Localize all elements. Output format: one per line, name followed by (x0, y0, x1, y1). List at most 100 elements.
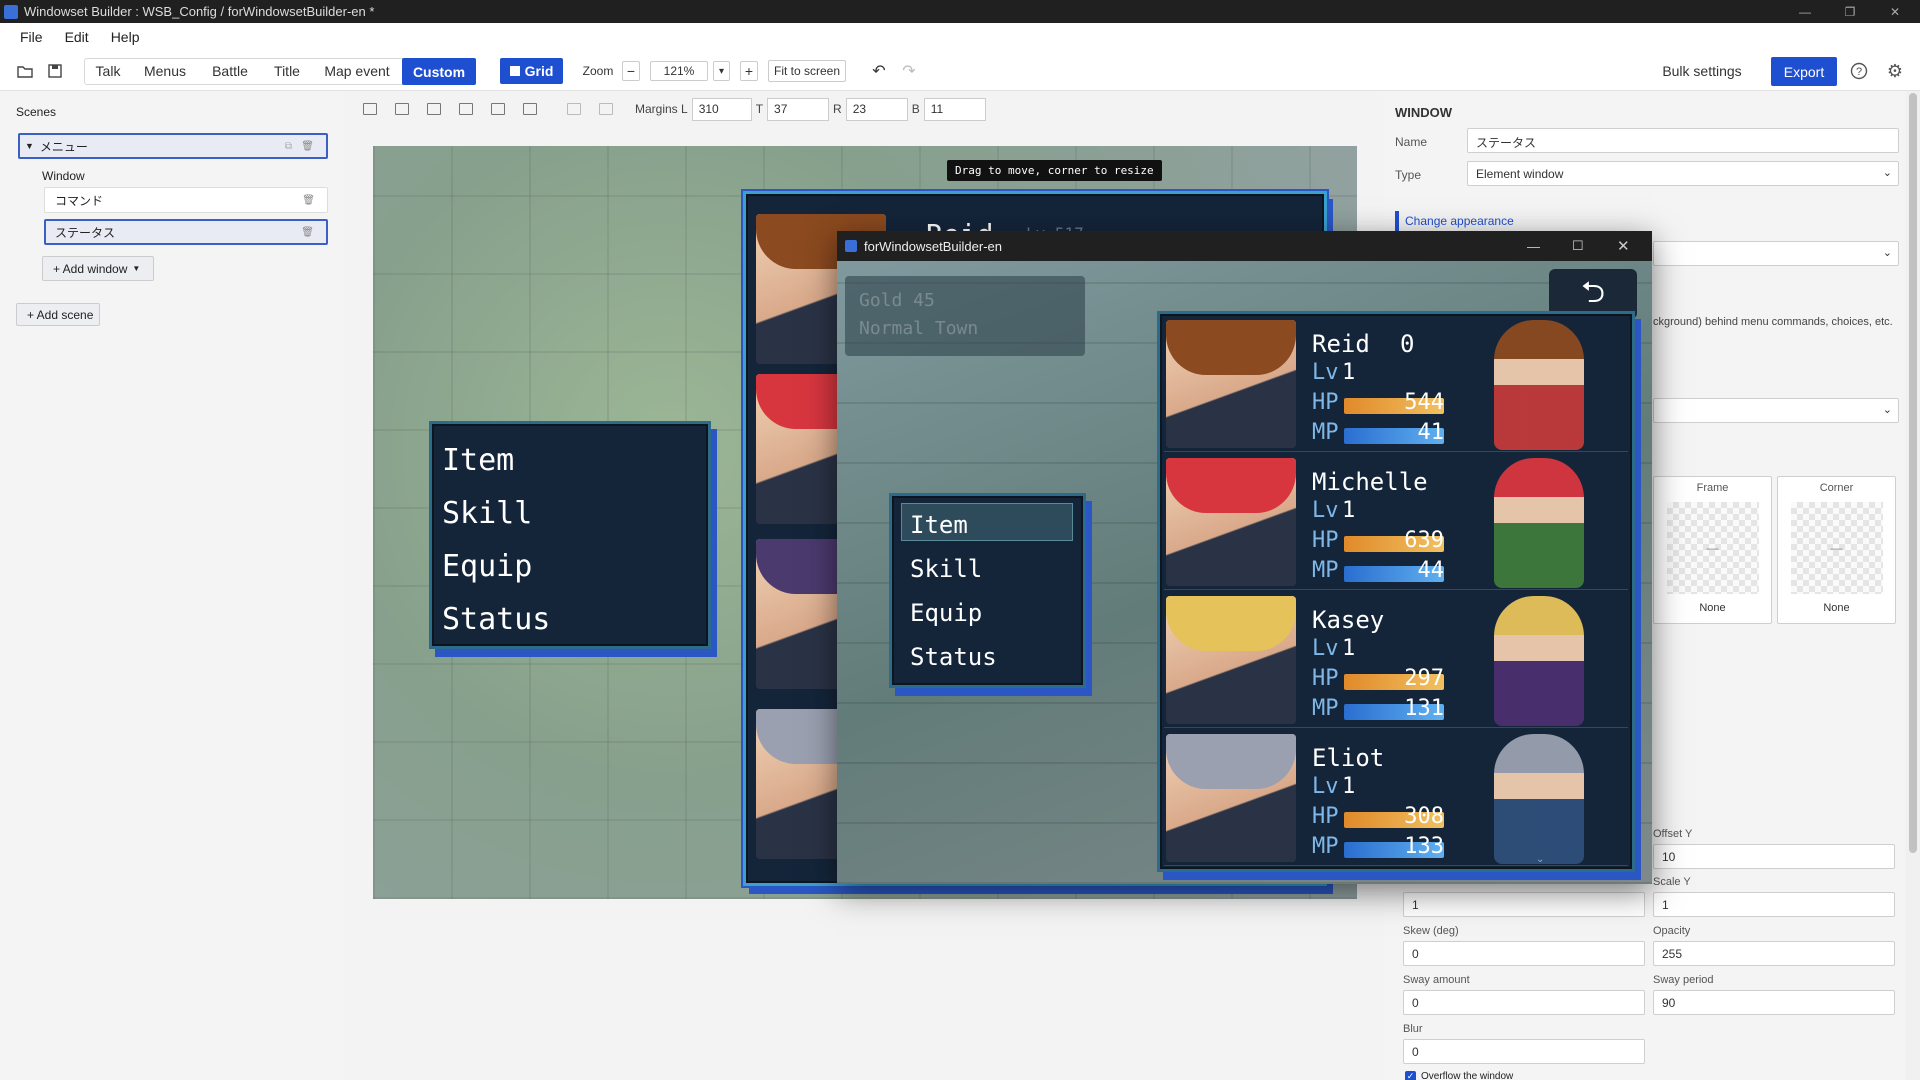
tab-battle[interactable]: Battle (205, 58, 255, 84)
command-item[interactable]: Equip (910, 591, 997, 635)
command-item[interactable]: Item (442, 434, 550, 487)
align-center-icon[interactable] (395, 103, 409, 115)
game-preview-window[interactable]: forWindowsetBuilder-en — ☐ ✕ Gold 45 Nor… (837, 231, 1652, 884)
actor-row[interactable]: Michelle Lv 1 HP 639 MP 44 (1164, 456, 1628, 590)
hp-label: HP (1312, 666, 1339, 691)
delete-icon[interactable]: 🗑 (301, 227, 314, 238)
preview-status-window[interactable]: Reid 0 Lv 1 HP 544 MP 41 Michelle Lv 1 HP 639 MP 44 Kas… (1157, 311, 1635, 872)
add-scene-button[interactable]: + Add scene (16, 303, 100, 326)
offset-y-input[interactable]: 10 (1653, 844, 1895, 869)
actor-name: Eliot (1312, 744, 1385, 772)
redo-icon[interactable]: ↷ (898, 58, 920, 84)
window-item-label: ステータス (55, 225, 116, 240)
zoom-in-button[interactable]: + (740, 61, 758, 81)
copy-icon[interactable]: ⧉ (285, 141, 292, 152)
maximize-icon[interactable]: ☐ (1572, 238, 1584, 254)
menu-file[interactable]: File (20, 29, 43, 45)
style-select[interactable]: ⌄ (1653, 398, 1899, 423)
open-folder-icon[interactable] (14, 58, 36, 84)
tab-title[interactable]: Title (268, 58, 306, 84)
delete-icon[interactable]: 🗑 (302, 195, 315, 206)
minimize-icon[interactable]: — (1785, 0, 1825, 23)
svg-text:?: ? (1856, 66, 1862, 78)
zoom-dropdown-icon[interactable]: ▾ (713, 61, 730, 81)
type-select[interactable]: Element window ⌄ (1467, 161, 1899, 186)
change-appearance-link[interactable]: Change appearance (1405, 214, 1514, 228)
actor-row[interactable]: Kasey Lv 1 HP 297 MP 131 (1164, 594, 1628, 728)
blur-input[interactable]: 0 (1403, 1039, 1645, 1064)
actor-row[interactable]: Reid 0 Lv 1 HP 544 MP 41 (1164, 318, 1628, 452)
align-bottom-icon[interactable] (523, 103, 537, 115)
close-icon[interactable]: ✕ (1875, 0, 1915, 23)
align-top-icon[interactable] (459, 103, 473, 115)
sway-period-input[interactable]: 90 (1653, 990, 1895, 1015)
margin-top-input[interactable]: 37 (767, 97, 830, 121)
actor-name: Michelle (1312, 468, 1428, 496)
collapse-triangle-icon[interactable]: ▼ (25, 141, 34, 151)
scene-item-menu[interactable]: ▼ メニュー ⧉ 🗑 (18, 133, 328, 159)
tab-custom[interactable]: Custom (402, 58, 476, 85)
margins-label: Margins L (635, 102, 688, 116)
delete-icon[interactable]: 🗑 (301, 141, 314, 152)
bulk-settings-button[interactable]: Bulk settings (1655, 58, 1749, 84)
active-section-marker (1395, 211, 1399, 233)
window-item-command[interactable]: コマンド 🗑 (44, 187, 328, 213)
export-button[interactable]: Export (1771, 57, 1837, 86)
zoom-out-button[interactable]: − (622, 61, 640, 81)
margin-right-input[interactable]: 23 (845, 97, 908, 121)
settings-gear-icon[interactable]: ⚙ (1884, 58, 1906, 84)
zoom-input[interactable]: 121% (650, 61, 708, 81)
minimize-icon[interactable]: — (1527, 239, 1540, 254)
overflow-checkbox[interactable]: ✓ (1405, 1071, 1416, 1080)
maximize-icon[interactable]: ❐ (1830, 0, 1870, 23)
command-item[interactable]: Item (910, 503, 997, 547)
tab-talk[interactable]: Talk (90, 58, 126, 84)
preview-title: forWindowsetBuilder-en (864, 238, 1003, 254)
distribute-vertical-icon[interactable] (599, 103, 613, 115)
save-icon[interactable] (44, 58, 66, 84)
close-icon[interactable]: ✕ (1617, 237, 1630, 255)
align-middle-icon[interactable] (491, 103, 505, 115)
properties-scrollbar[interactable] (1906, 91, 1920, 1080)
section-title: WINDOW (1395, 105, 1453, 120)
align-left-icon[interactable] (363, 103, 377, 115)
type-label: Type (1395, 168, 1422, 182)
grid-toggle[interactable]: Grid (500, 58, 563, 84)
command-item[interactable]: Equip (442, 540, 550, 593)
menu-edit[interactable]: Edit (65, 29, 89, 45)
tab-menus[interactable]: Menus (140, 58, 190, 84)
command-item[interactable]: Status (442, 593, 550, 646)
skew-input[interactable]: 0 (1403, 941, 1645, 966)
undo-icon[interactable]: ↶ (868, 58, 890, 84)
menu-help[interactable]: Help (111, 29, 140, 45)
scrollbar-thumb[interactable] (1909, 93, 1917, 853)
preview-command-window[interactable]: Item Skill Equip Status (889, 493, 1086, 688)
lv-label: Lv (1312, 636, 1339, 661)
mp-label: MP (1312, 420, 1339, 445)
scale-y-input[interactable]: 1 (1653, 892, 1895, 917)
alignment-toolbar: Margins L 310 T 37 R 23 B 11 (343, 94, 1383, 124)
distribute-horizontal-icon[interactable] (567, 103, 581, 115)
sway-amount-input[interactable]: 0 (1403, 990, 1645, 1015)
appearance-select[interactable]: ⌄ (1653, 241, 1899, 266)
fit-to-screen-button[interactable]: Fit to screen (768, 60, 846, 82)
overflow-label: Overflow the window (1421, 1071, 1514, 1080)
window-item-status[interactable]: ステータス 🗑 (44, 219, 328, 245)
scale-x-input[interactable]: 1 (1403, 892, 1645, 917)
command-item[interactable]: Skill (442, 487, 550, 540)
add-window-button[interactable]: + Add window ▼ (42, 256, 154, 281)
opacity-input[interactable]: 255 (1653, 941, 1895, 966)
help-icon[interactable]: ? (1848, 58, 1870, 84)
corner-picker[interactable]: Corner — None (1777, 476, 1896, 624)
margin-bottom-input[interactable]: 11 (923, 97, 986, 121)
align-right-icon[interactable] (427, 103, 441, 115)
command-item[interactable]: Skill (910, 547, 997, 591)
tab-map-event[interactable]: Map event (320, 58, 394, 84)
name-input[interactable]: ステータス (1467, 128, 1899, 153)
command-window[interactable]: Item Skill Equip Status (429, 421, 711, 649)
portrait-hair (1166, 734, 1296, 789)
actor-row[interactable]: Eliot Lv 1 HP 308 MP 133 (1164, 732, 1628, 866)
frame-picker[interactable]: Frame — None (1653, 476, 1772, 624)
command-item[interactable]: Status (910, 635, 997, 679)
margin-left-input[interactable]: 310 (691, 97, 752, 121)
